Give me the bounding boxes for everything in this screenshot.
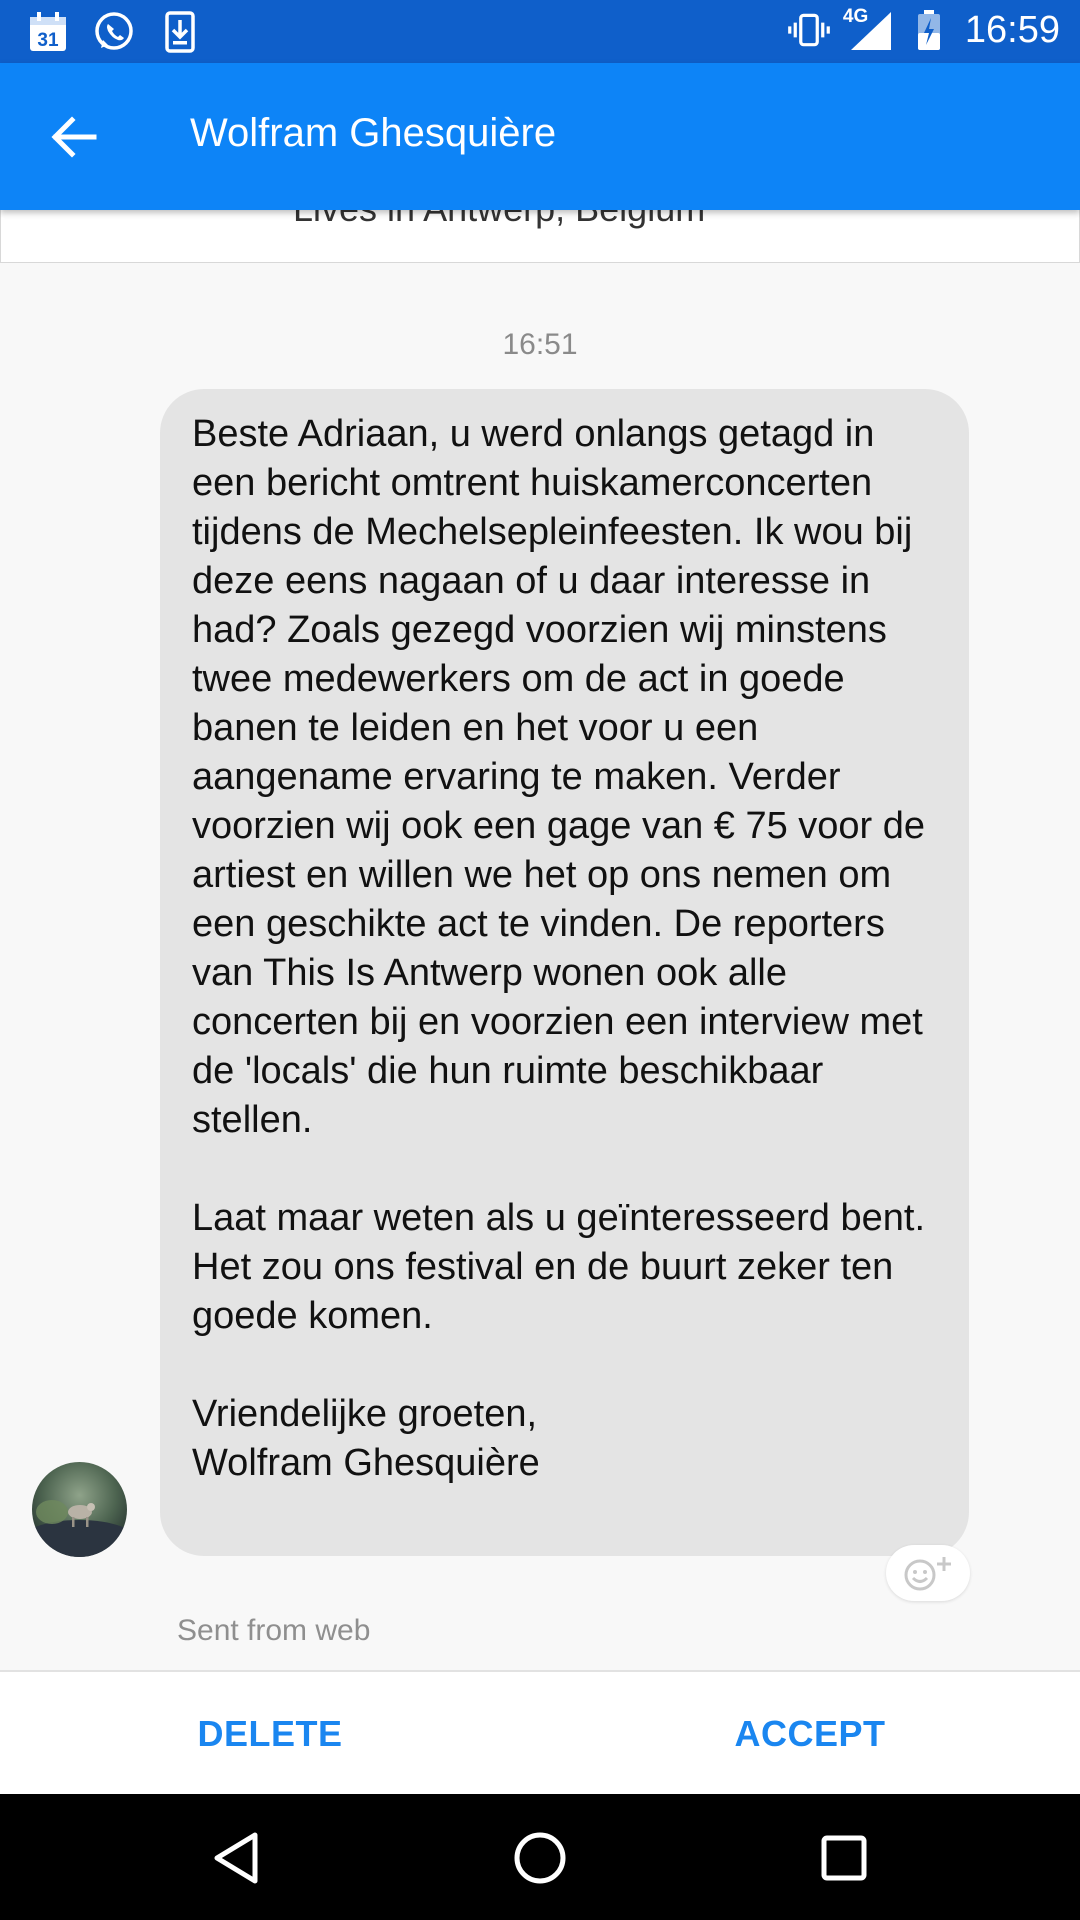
navigation-bar (0, 1794, 1080, 1920)
nav-recents-button[interactable] (808, 1822, 880, 1894)
nav-home-button[interactable] (504, 1822, 576, 1894)
profile-location: Lives in Antwerp, Belgium (293, 210, 705, 230)
signal-icon: 4G (842, 6, 893, 52)
square-recents-icon (821, 1835, 867, 1881)
profile-card: Lives in Antwerp, Belgium (0, 210, 1080, 263)
message-timestamp: 16:51 (502, 328, 578, 361)
network-label: 4G (842, 6, 869, 27)
whatsapp-icon (92, 10, 136, 54)
sent-from-label: Sent from web (177, 1614, 371, 1647)
clock: 16:59 (964, 8, 1060, 51)
app-bar: Wolfram Ghesquière (0, 63, 1080, 210)
message-bubble[interactable]: Beste Adriaan, u werd onlangs getagd in … (160, 389, 969, 1556)
notification-icons: 31 (26, 10, 202, 54)
emoji-add-icon (904, 1557, 951, 1591)
delete-button[interactable]: DELETE (150, 1672, 390, 1796)
page-title: Wolfram Ghesquière (190, 111, 557, 155)
calendar-day: 31 (37, 30, 59, 51)
avatar[interactable] (32, 1462, 127, 1557)
nav-back-button[interactable] (200, 1822, 272, 1894)
calendar-icon: 31 (26, 10, 70, 54)
message-request-actions: DELETE ACCEPT (0, 1670, 1080, 1796)
circle-home-icon (514, 1832, 566, 1884)
status-bar: 31 4G 16:59 (0, 0, 1080, 63)
download-icon (158, 10, 202, 54)
vibrate-icon (787, 8, 831, 52)
battery-charging-icon (907, 8, 951, 52)
back-button[interactable] (40, 109, 108, 165)
add-reaction-button[interactable] (886, 1545, 970, 1601)
arrow-back-icon (51, 116, 97, 158)
triangle-back-icon (214, 1832, 258, 1884)
accept-button[interactable]: ACCEPT (690, 1672, 930, 1796)
system-status: 4G 16:59 (787, 6, 1060, 52)
